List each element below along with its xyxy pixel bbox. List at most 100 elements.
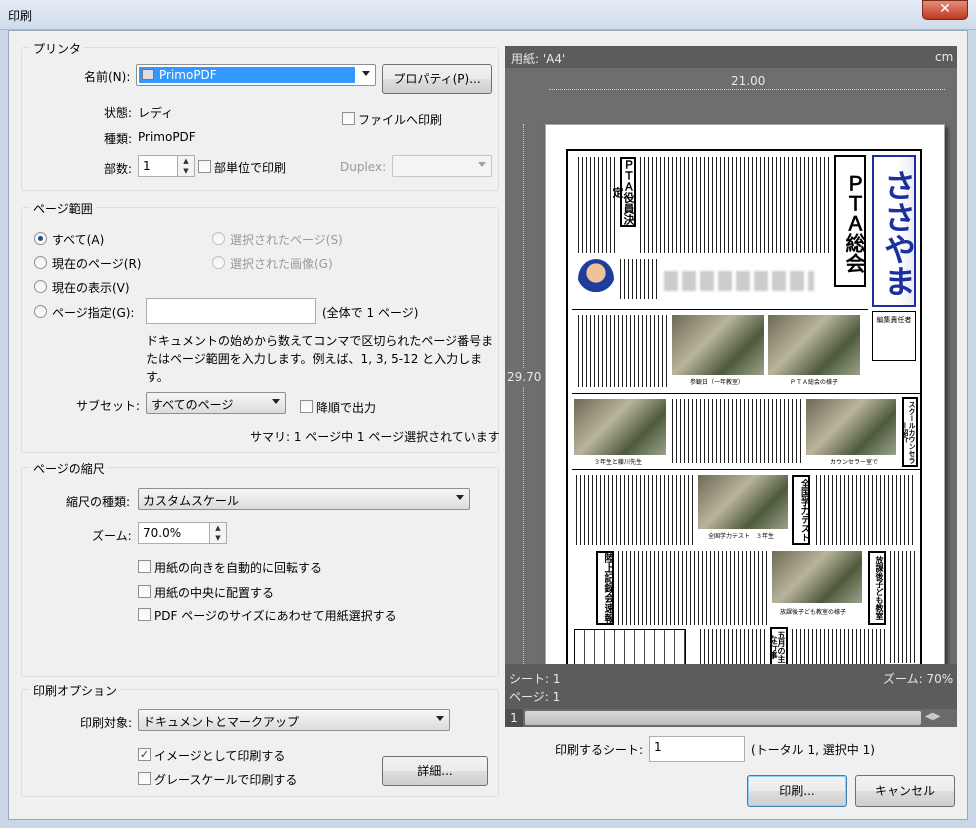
print-to-file-label: ファイルへ印刷 [358,113,443,127]
radio-selected-images[interactable] [212,256,225,269]
width-dimension: 21.00 [727,74,770,88]
article-text [816,475,916,545]
pdf-size-checkbox[interactable] [138,608,151,621]
zoom-label: ズーム: [92,529,132,543]
radio-current-page-label: 現在のページ(R) [52,257,142,271]
status-value: レディ [138,106,174,120]
article-text [672,399,802,463]
headline-counselor: スクールカウンセラー紹介 [902,397,918,467]
chevron-down-icon [272,399,280,404]
auto-rotate-label: 用紙の向きを自動的に回転する [154,561,323,575]
article-text [620,259,660,299]
printer-name-label: 名前(N): [84,70,131,84]
height-dimension: 29.70 [507,368,542,386]
total-pages-label: (全体で 1 ページ) [322,306,419,320]
article-text [890,551,918,663]
copies-label: 部数: [104,162,133,176]
close-button[interactable]: ✕ [922,0,968,20]
zoom-stepper[interactable]: ▲ ▼ [209,522,227,544]
printer-selected-highlight: PrimoPDF [139,67,355,83]
editor-label: 編集責任者 [876,316,912,324]
page-tab[interactable]: 1 [505,709,523,727]
page-spec-input[interactable] [146,298,316,324]
divider-line [572,309,868,310]
collate-label: 部単位で印刷 [214,161,287,175]
chevron-down-icon [362,71,370,76]
width-ruler [549,89,945,99]
print-button[interactable]: 印刷... [747,775,847,807]
copies-input[interactable]: 1 [138,155,178,177]
events-table [574,629,686,665]
spin-up-icon[interactable]: ▲ [210,523,226,533]
print-preview[interactable]: 21.00 29.70 ささやま ＰＴＡ総会 編集責任者 ＰＴＡ役員決定 参観日… [505,68,957,691]
preview-page: ささやま ＰＴＡ総会 編集責任者 ＰＴＡ役員決定 参観日（一年教室） ＰＴＡ総会… [545,124,945,691]
reverse-checkbox[interactable] [300,400,313,413]
scale-type-select[interactable]: カスタムスケール [138,488,470,510]
caption-pta-meeting: ＰＴＡ総会の様子 [790,379,839,386]
print-target-label: 印刷対象: [80,716,133,730]
print-options-group: 印刷オプション 印刷対象: ドキュメントとマークアップ ✓ イメージとして印刷す… [21,682,499,797]
printer-group-title: プリンタ [30,40,85,57]
caption-third-grade: ３年生と藤川先生 [594,459,643,466]
divider-line [572,393,920,394]
sheets-to-print-label: 印刷するシート: [555,743,644,757]
sheets-to-print-input[interactable]: 1 [649,736,745,762]
radio-current-view[interactable] [34,280,47,293]
radio-current-view-label: 現在の表示(V) [52,281,130,295]
radio-page-spec-label: ページ指定(G): [52,306,135,320]
zoom-input[interactable]: 70.0% [138,522,210,544]
spin-down-icon[interactable]: ▼ [210,533,226,543]
details-button[interactable]: 詳細... [382,756,488,786]
dialog-body: プリンタ 名前(N): PrimoPDF プロパティ(P)... 状態: レディ… [8,30,968,820]
center-checkbox[interactable] [138,585,151,598]
headline-may-events: 五月の主な行事 [770,627,788,667]
print-target-select[interactable]: ドキュメントとマークアップ [138,709,450,731]
grayscale-checkbox[interactable] [138,772,151,785]
article-text [640,157,830,253]
radio-current-page[interactable] [34,256,47,269]
duplex-select[interactable] [392,155,492,177]
window-title: 印刷 [8,9,33,23]
page-spec-help-3: す。 [146,370,169,384]
scroll-arrows-icon[interactable]: ◀▶ [925,711,940,722]
printer-select[interactable]: PrimoPDF [136,64,376,86]
status-label: 状態: [104,106,133,120]
radio-page-spec[interactable] [34,305,47,318]
collate-checkbox[interactable] [198,160,211,173]
photo-counselor [806,399,896,455]
preview-scrollbar[interactable]: 1 ◀▶ [505,709,957,727]
divider-line [572,469,920,470]
scaling-group: ページの縮尺 縮尺の種類: カスタムスケール ズーム: 70.0% ▲ ▼ 用紙の… [21,460,499,677]
caption-national-test: 全国学力テスト ３年生 [708,533,775,540]
article-text [576,475,694,545]
cancel-button[interactable]: キャンセル [855,775,955,807]
blurred-names [664,271,814,291]
sheet-indicator: シート: 1 [509,672,561,686]
radio-selected-images-label: 選択された画像(G) [230,257,333,271]
properties-button[interactable]: プロパティ(P)... [382,64,492,94]
print-to-file-checkbox[interactable] [342,112,355,125]
scroll-track[interactable] [525,711,921,725]
reverse-label: 降順で出力 [316,401,377,415]
page-range-group: ページ範囲 すべて(A) 選択されたページ(S) 現在のページ(R) 選択された… [21,200,500,453]
radio-all[interactable] [34,232,47,245]
print-options-group-title: 印刷オプション [30,682,121,699]
radio-selected-pages[interactable] [212,232,225,245]
article-text [792,629,886,665]
caption-counselor: カウンセラー室で [830,459,879,466]
subset-select[interactable]: すべてのページ [146,392,286,414]
auto-rotate-checkbox[interactable] [138,560,151,573]
caption-after-school: 放課後子ども教室の様子 [780,609,847,616]
close-icon: ✕ [939,1,951,17]
chevron-down-icon [456,495,464,500]
editor-box: 編集責任者 [872,311,916,361]
spin-down-icon[interactable]: ▼ [178,166,194,176]
photo-after-school [772,551,862,603]
spin-up-icon[interactable]: ▲ [178,156,194,166]
copies-stepper[interactable]: ▲ ▼ [177,155,195,177]
unit-label: cm [935,50,954,64]
type-value: PrimoPDF [138,130,196,144]
article-text [700,629,766,665]
preview-zoom: ズーム: 70% [883,672,954,686]
print-as-image-checkbox[interactable]: ✓ [138,748,151,761]
